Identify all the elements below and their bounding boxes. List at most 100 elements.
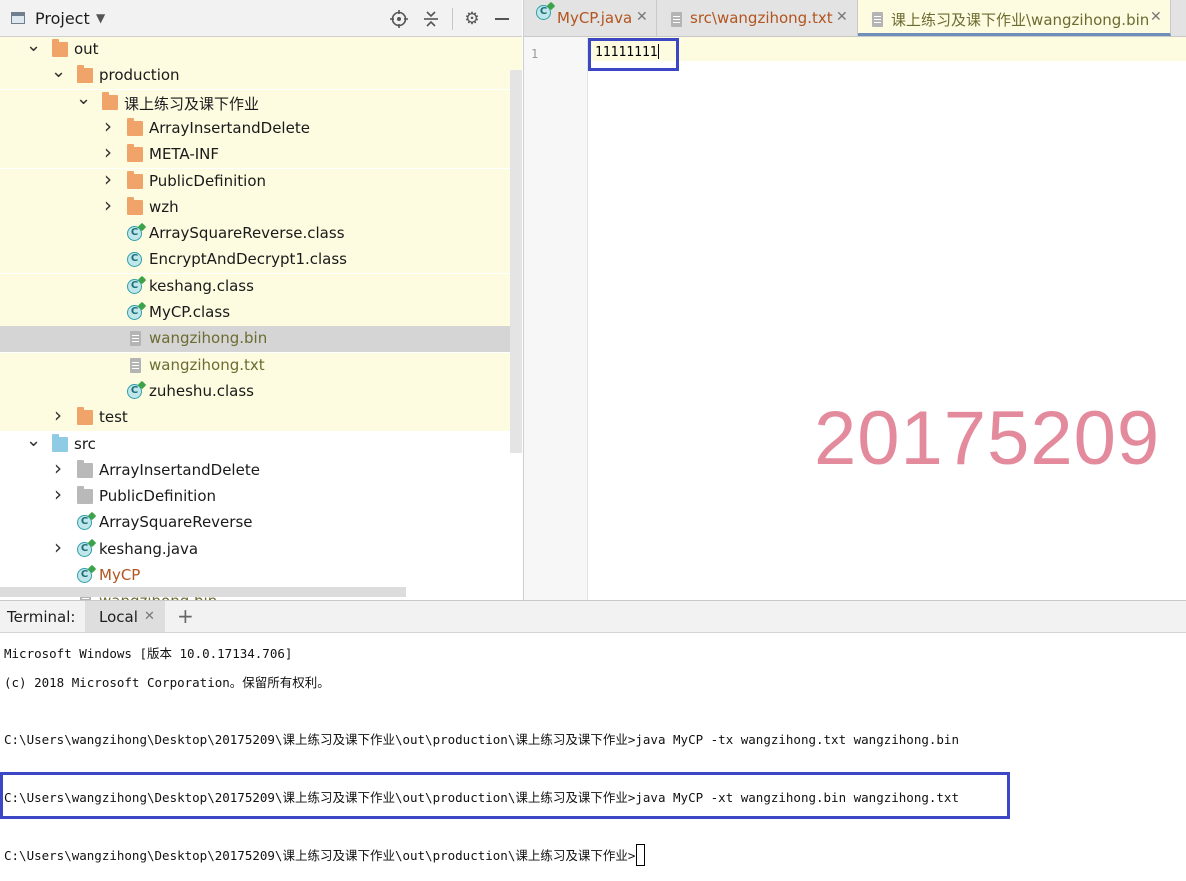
class-file-icon: C	[127, 278, 142, 294]
tree-item[interactable]: › test	[0, 403, 522, 432]
plus-icon[interactable]: +	[177, 604, 194, 628]
package-icon	[77, 459, 93, 478]
tree-item[interactable]: › ArrayInsertandDelete	[0, 456, 522, 484]
close-icon[interactable]: ✕	[144, 609, 155, 624]
chevron-right-icon[interactable]: ›	[51, 482, 65, 506]
text-file-icon	[130, 357, 141, 373]
project-panel: Project ▼ ⚙ ⌄ out ⌄ production ⌄ 课上练习及课下作业 › Ar…	[0, 0, 522, 600]
terminal-tab-label: Local	[99, 608, 138, 626]
tree-item-label: META-INF	[149, 145, 220, 164]
chevron-down-icon[interactable]: ⌄	[26, 430, 41, 451]
tree-item-label: MyCP.class	[149, 303, 231, 321]
tree-item[interactable]: C ArraySquareReverse.class	[0, 221, 522, 248]
folder-icon	[102, 91, 118, 110]
tree-item[interactable]: wangzihong.bin	[0, 326, 522, 353]
tree-item[interactable]: C ArraySquareReverse	[0, 510, 522, 536]
java-class-icon: C	[536, 5, 551, 20]
line-number-gutter: 1	[524, 37, 588, 600]
terminal-header: Terminal: Local ✕ +	[0, 601, 1186, 633]
folder-icon	[77, 407, 93, 426]
collapse-all-icon[interactable]	[420, 8, 442, 30]
text-file-icon	[872, 12, 883, 27]
chevron-right-icon[interactable]: ›	[101, 167, 115, 191]
tree-item[interactable]: › META-INF	[0, 140, 522, 169]
tree-item[interactable]: ⌄ out	[0, 35, 522, 63]
chevron-right-icon[interactable]: ›	[101, 114, 115, 138]
folder-icon	[77, 65, 93, 84]
tree-vertical-scrollbar[interactable]	[510, 70, 522, 453]
package-icon	[77, 486, 93, 505]
tree-item-label: 课上练习及课下作业	[124, 94, 260, 113]
minimize-icon[interactable]	[491, 8, 513, 30]
terminal-tab-local[interactable]: Local ✕	[85, 601, 165, 632]
class-file-icon: C	[127, 383, 142, 399]
gear-icon[interactable]: ⚙	[461, 8, 483, 30]
tree-item-label: src	[74, 434, 96, 453]
project-title[interactable]: Project	[35, 9, 90, 28]
line-number: 1	[531, 47, 539, 61]
tree-item[interactable]: › PublicDefinition	[0, 167, 522, 195]
chevron-right-icon[interactable]: ›	[51, 456, 65, 480]
tree-item-label: wangzihong.txt	[149, 355, 265, 374]
chevron-right-icon[interactable]: ›	[101, 140, 115, 164]
folder-icon	[127, 144, 143, 163]
close-icon[interactable]: ✕	[636, 9, 648, 25]
tree-item-label: production	[99, 66, 180, 85]
tree-item[interactable]: C MyCP.class	[0, 300, 522, 326]
tree-item-label: ArrayInsertandDelete	[149, 118, 310, 137]
tree-item-label: ArraySquareReverse	[99, 513, 253, 532]
chevron-right-icon[interactable]: ›	[51, 403, 65, 427]
tree-item[interactable]: › wzh	[0, 193, 522, 221]
tree-item[interactable]: Czuheshu.class	[0, 378, 522, 405]
project-header: Project ▼ ⚙	[0, 0, 522, 37]
tree-item[interactable]: C MyCP	[0, 563, 522, 589]
folder-icon	[127, 117, 143, 136]
tree-item[interactable]: ⌄ src	[0, 430, 522, 458]
folder-icon	[127, 196, 143, 215]
chevron-down-icon[interactable]: ⌄	[26, 35, 41, 56]
tree-item[interactable]: ⌄ 课上练习及课下作业	[0, 88, 522, 116]
tree-item[interactable]: wangzihong.txt	[0, 352, 522, 379]
watermark-text: 20175209	[814, 396, 1161, 481]
text-file-icon	[130, 331, 141, 347]
tab-mycp-java[interactable]: C MyCP.java ✕	[524, 0, 657, 36]
tree-item[interactable]: › ArrayInsertandDelete	[0, 114, 522, 142]
tree-item-label: MyCP	[99, 566, 141, 584]
chevron-down-icon[interactable]: ⌄	[51, 61, 66, 82]
tree-item-label: PublicDefinition	[99, 487, 217, 506]
java-class-icon: C	[77, 541, 92, 557]
locate-icon[interactable]	[388, 8, 410, 30]
project-tree: ⌄ out ⌄ production ⌄ 课上练习及课下作业 › ArrayInsertand…	[0, 35, 522, 600]
tab-src-wangzihong-txt[interactable]: src\wangzihong.txt ✕	[657, 0, 858, 36]
chevron-right-icon[interactable]: ›	[51, 535, 65, 559]
terminal-line: (c) 2018 Microsoft Corporation。保留所有权利。	[4, 675, 330, 690]
class-file-icon: C	[127, 226, 142, 242]
tree-item[interactable]: › PublicDefinition	[0, 482, 522, 510]
chevron-down-icon[interactable]: ⌄	[76, 88, 91, 109]
tree-item-label: zuheshu.class	[149, 381, 254, 400]
folder-icon	[52, 39, 68, 57]
chevron-down-icon[interactable]: ▼	[96, 11, 105, 25]
tree-item[interactable]: › Ckeshang.java	[0, 535, 522, 563]
close-icon[interactable]: ✕	[1150, 9, 1162, 25]
tree-item-label: out	[74, 40, 99, 58]
source-folder-icon	[52, 433, 68, 452]
tree-horizontal-scrollbar[interactable]	[0, 587, 406, 597]
tree-item[interactable]: Ckeshang.class	[0, 273, 522, 300]
close-icon[interactable]: ✕	[836, 9, 848, 25]
terminal-title: Terminal:	[7, 608, 76, 626]
tree-item-label: EncryptAndDecrypt1.class	[149, 250, 347, 269]
tree-item[interactable]: ⌄ production	[0, 61, 522, 90]
tree-item-label: test	[99, 408, 128, 427]
chevron-right-icon[interactable]: ›	[101, 193, 115, 217]
header-divider	[452, 8, 453, 30]
tab-wangzihong-bin[interactable]: 课上练习及课下作业\wangzihong.bin ✕	[858, 0, 1171, 36]
tree-item-label: keshang.java	[99, 539, 199, 558]
class-file-icon: C	[127, 305, 142, 320]
tree-item[interactable]: C EncryptAndDecrypt1.class	[0, 247, 522, 274]
terminal-prompt-line[interactable]: C:\Users\wangzihong\Desktop\20175209\课上练…	[4, 844, 646, 866]
annotation-box-terminal	[0, 772, 1010, 819]
tree-item-label: ArrayInsertandDelete	[99, 460, 260, 479]
editor-tab-bar: C MyCP.java ✕ src\wangzihong.txt ✕ 课上练习及…	[524, 0, 1186, 37]
folder-icon	[127, 170, 143, 189]
